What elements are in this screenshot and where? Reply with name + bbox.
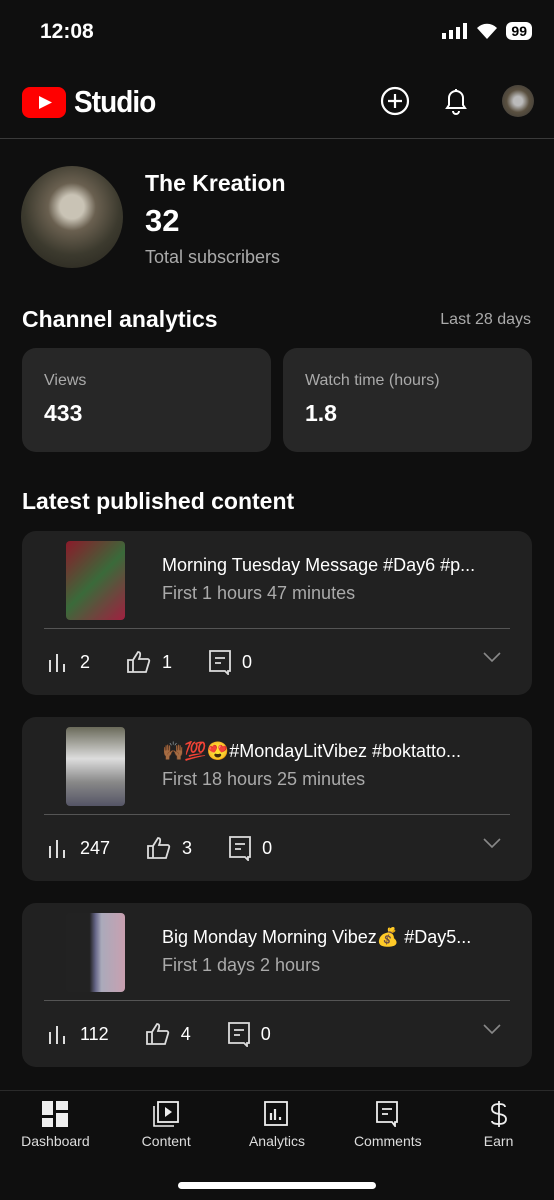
video-subtitle: First 18 hours 25 minutes bbox=[162, 769, 366, 789]
create-icon[interactable] bbox=[380, 86, 410, 116]
video-thumbnail[interactable] bbox=[66, 913, 125, 992]
header-divider bbox=[0, 138, 554, 139]
chevron-down-icon[interactable] bbox=[482, 651, 502, 663]
card-divider bbox=[44, 1000, 510, 1001]
subscriber-label: Total subscribers bbox=[145, 247, 281, 267]
comments-count: 0 bbox=[260, 1023, 271, 1044]
metric-label: Views bbox=[44, 372, 87, 389]
card-divider bbox=[44, 814, 510, 815]
video-subtitle: First 1 days 2 hours bbox=[162, 955, 321, 975]
wifi-icon bbox=[477, 23, 498, 39]
views-icon bbox=[49, 1026, 65, 1044]
dollar-icon bbox=[490, 1101, 507, 1127]
analytics-icon bbox=[264, 1101, 288, 1126]
channel-analytics-title: Channel analytics bbox=[22, 306, 218, 332]
views-metric-card[interactable]: Views 433 bbox=[22, 348, 271, 452]
video-title: Big Monday Morning Vibez💰 #Day5... bbox=[162, 927, 472, 947]
account-avatar[interactable] bbox=[502, 85, 534, 117]
video-thumbnail[interactable] bbox=[66, 727, 125, 806]
analytics-period: Last 28 days bbox=[440, 311, 531, 328]
dashboard-icon bbox=[42, 1101, 69, 1127]
status-time: 12:08 bbox=[40, 20, 94, 43]
comments-count: 0 bbox=[242, 651, 253, 672]
battery-level: 99 bbox=[506, 22, 532, 40]
nav-label: Earn bbox=[483, 1133, 514, 1149]
comments-icon bbox=[229, 836, 251, 861]
likes-count: 3 bbox=[182, 837, 193, 858]
likes-count: 4 bbox=[180, 1023, 191, 1044]
chevron-down-icon[interactable] bbox=[482, 837, 502, 849]
like-icon bbox=[145, 1023, 169, 1045]
views-count: 112 bbox=[80, 1023, 109, 1044]
views-icon bbox=[49, 840, 65, 858]
subscriber-count: 32 bbox=[145, 203, 180, 238]
card-divider bbox=[44, 628, 510, 629]
nav-dashboard[interactable]: Dashboard bbox=[0, 1091, 111, 1200]
content-card[interactable]: 🙌🏾💯😍#MondayLitVibez #boktatto... First 1… bbox=[22, 717, 532, 881]
youtube-logo-icon bbox=[22, 86, 66, 118]
video-subtitle: First 1 hours 47 minutes bbox=[162, 583, 356, 603]
metric-label: Watch time (hours) bbox=[305, 372, 440, 389]
signal-icon bbox=[442, 23, 468, 39]
metric-value: 433 bbox=[44, 400, 83, 426]
content-card[interactable]: Morning Tuesday Message #Day6 #p... Firs… bbox=[22, 531, 532, 695]
status-icons: 99 bbox=[442, 22, 532, 40]
nav-label: Analytics bbox=[248, 1133, 305, 1149]
video-thumbnail[interactable] bbox=[66, 541, 125, 620]
nav-label: Comments bbox=[353, 1133, 422, 1149]
content-card[interactable]: Big Monday Morning Vibez💰 #Day5... First… bbox=[22, 903, 532, 1067]
like-icon bbox=[147, 837, 171, 859]
video-title: 🙌🏾💯😍#MondayLitVibez #boktatto... bbox=[162, 741, 462, 761]
notifications-bell-icon[interactable] bbox=[442, 86, 470, 116]
comments-icon bbox=[375, 1101, 398, 1127]
nav-earn[interactable]: Earn bbox=[443, 1091, 554, 1200]
video-title: Morning Tuesday Message #Day6 #p... bbox=[162, 555, 476, 575]
watch-time-metric-card[interactable]: Watch time (hours) 1.8 bbox=[283, 348, 532, 452]
logo-text: Studio bbox=[74, 84, 156, 119]
content-icon bbox=[153, 1101, 180, 1127]
chevron-down-icon[interactable] bbox=[482, 1023, 502, 1035]
nav-label: Dashboard bbox=[21, 1133, 90, 1149]
nav-label: Content bbox=[141, 1133, 191, 1149]
youtube-studio-logo[interactable]: Studio bbox=[22, 84, 164, 120]
views-count: 247 bbox=[80, 837, 111, 858]
metric-value: 1.8 bbox=[305, 400, 337, 426]
views-icon bbox=[49, 654, 65, 672]
home-indicator[interactable] bbox=[178, 1182, 376, 1189]
comments-icon bbox=[227, 1022, 250, 1047]
likes-count: 1 bbox=[162, 651, 173, 672]
like-icon bbox=[127, 651, 151, 673]
channel-name: The Kreation bbox=[145, 170, 286, 196]
views-count: 2 bbox=[80, 651, 91, 672]
channel-avatar[interactable] bbox=[21, 166, 123, 268]
latest-content-title: Latest published content bbox=[22, 488, 295, 514]
comments-count: 0 bbox=[262, 837, 273, 858]
comments-icon bbox=[209, 650, 231, 675]
